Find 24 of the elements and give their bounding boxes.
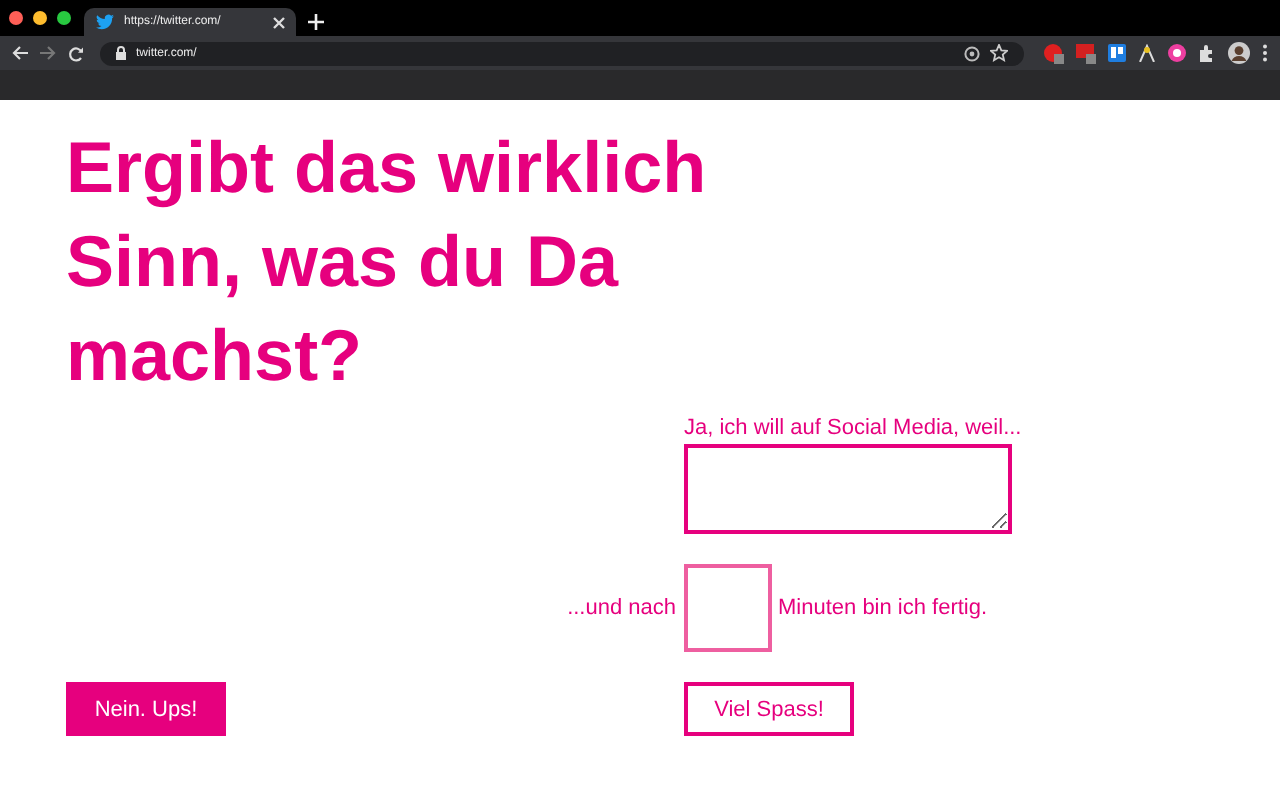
heading: Ergibt das wirklich Sinn, was du Da machst? [66,124,709,400]
star-icon[interactable] [990,44,1008,62]
minutes-prefix-text: ...und nach [567,596,676,620]
field-label: Ja, ich will auf Social Media, weil... [684,416,1024,440]
minutes-input[interactable] [684,564,772,652]
lock-icon [116,46,126,60]
window-controls-icon[interactable] [8,10,76,26]
target-icon[interactable] [964,45,980,61]
forward-icon[interactable] [40,46,56,60]
close-icon[interactable] [272,15,286,29]
target-icon[interactable] [1168,44,1186,62]
back-icon[interactable] [12,46,28,60]
reload-icon[interactable] [68,45,84,61]
menu-icon[interactable] [1262,44,1268,62]
board-icon[interactable] [1108,44,1126,62]
submit-button[interactable]: Viel Spass! [684,682,854,736]
bird-icon [96,14,114,30]
cancel-button[interactable]: Nein. Ups! [66,682,226,736]
avatar-icon[interactable] [1228,42,1250,64]
reason-textarea[interactable] [684,444,1012,534]
minutes-suffix-text: Minuten bin ich fertig. [778,596,988,620]
puzzle-icon[interactable] [1198,44,1216,62]
extension-icon[interactable] [1138,44,1156,62]
new-tab-icon[interactable] [308,14,324,30]
